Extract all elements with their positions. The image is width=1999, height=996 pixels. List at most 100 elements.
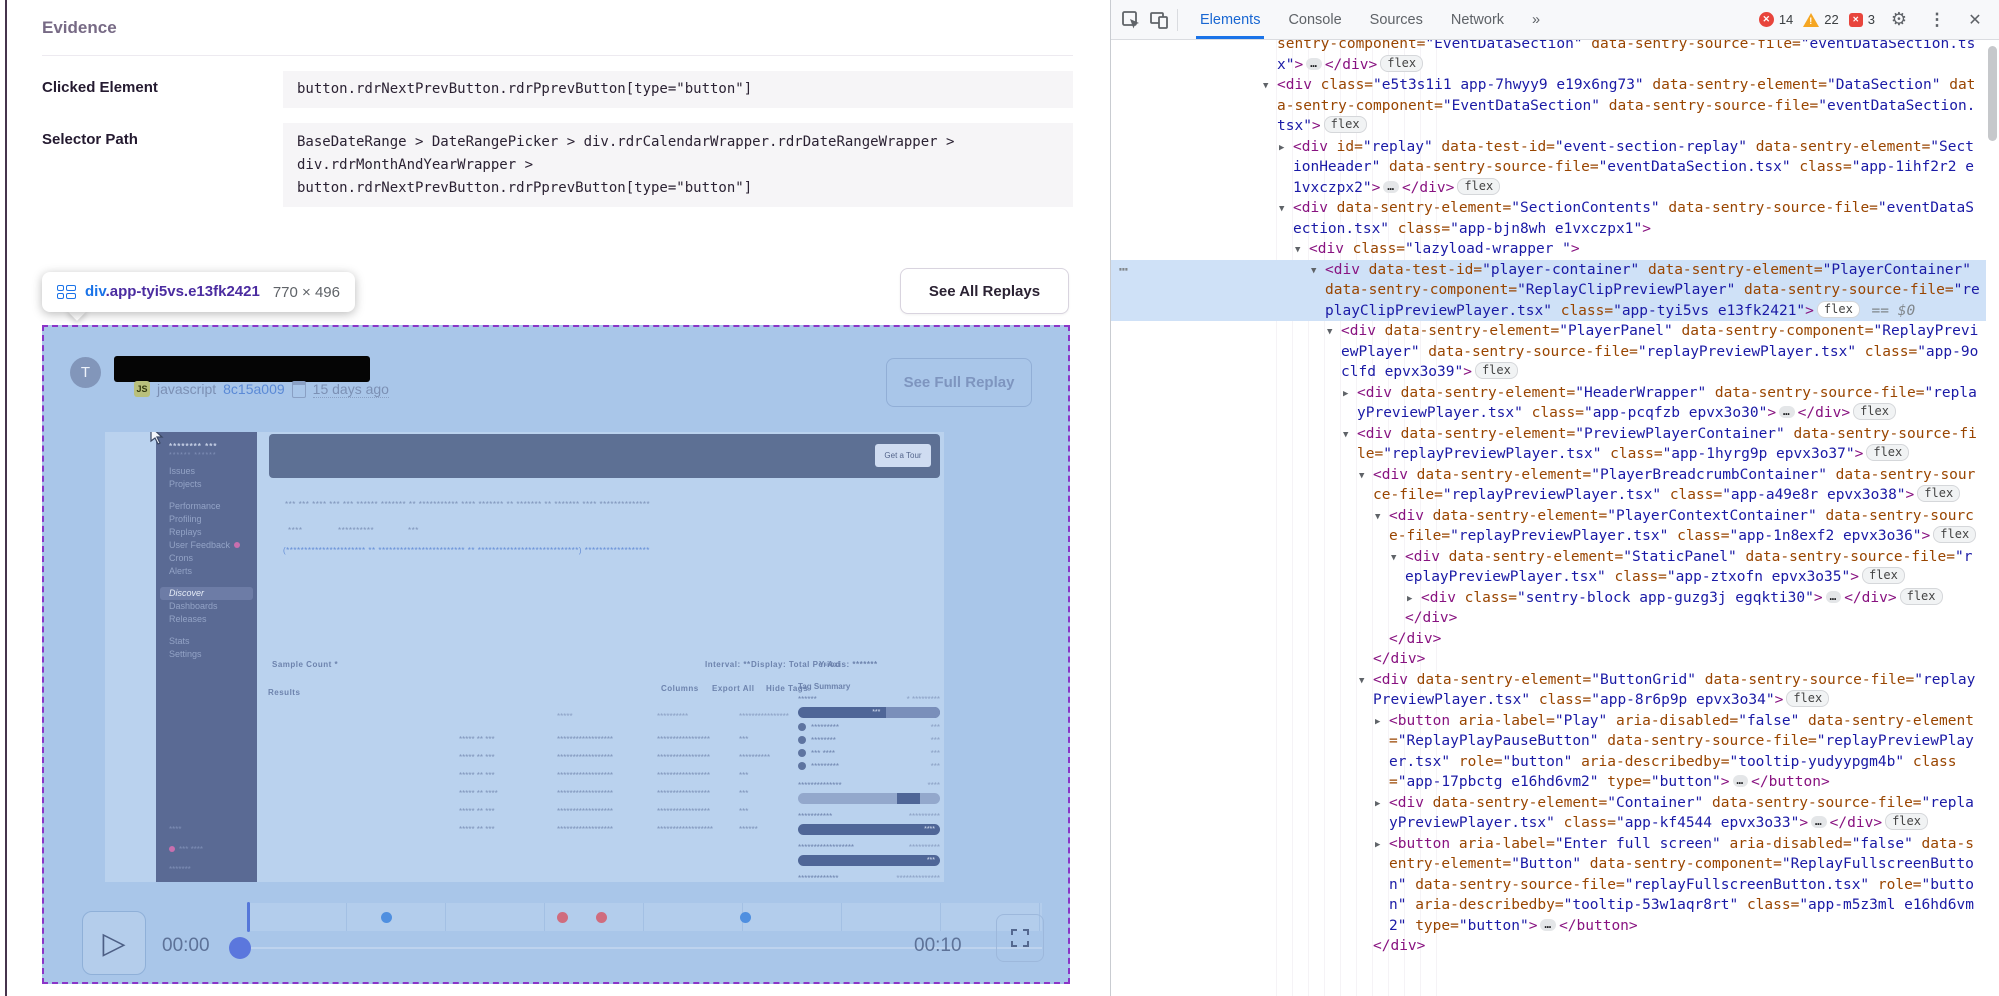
devtools-tree-node[interactable]: ▶<div data-sentry-element="Container" da…: [1111, 793, 1986, 834]
expand-arrow-closed[interactable]: ▶: [1375, 712, 1380, 733]
flex-badge[interactable]: flex: [1817, 301, 1860, 318]
mini-sidebar-item-performance[interactable]: Performance: [156, 500, 257, 513]
expand-arrow-closed[interactable]: ▶: [1343, 384, 1348, 405]
devtools-tree-node[interactable]: ▼<div data-sentry-element="PlayerContext…: [1111, 506, 1986, 547]
devtools-tree-node[interactable]: </div>: [1111, 649, 1986, 670]
device-toolbar-icon[interactable]: [1145, 6, 1173, 34]
expand-arrow-open[interactable]: ▼: [1343, 425, 1348, 446]
play-button[interactable]: ▷: [82, 911, 146, 975]
flex-badge[interactable]: flex: [1917, 485, 1960, 502]
mini-sidebar-item-projects[interactable]: Projects: [156, 478, 257, 491]
collapsed-content-ellipsis[interactable]: …: [1826, 591, 1842, 603]
devtools-tree-node[interactable]: sentry-component="EventDataSection" data…: [1111, 40, 1986, 75]
console-errors-count[interactable]: 14: [1779, 12, 1793, 27]
inspect-element-icon[interactable]: [1117, 6, 1145, 34]
collapsed-content-ellipsis[interactable]: …: [1811, 816, 1827, 828]
devtools-tree-node[interactable]: </div>: [1111, 608, 1986, 629]
devtools-tree-node[interactable]: ▼<div data-sentry-element="PlayerBreadcr…: [1111, 465, 1986, 506]
mini-export-all-button[interactable]: Export All: [712, 684, 754, 693]
devtools-tree-node[interactable]: ▼<div data-sentry-element="PlayerPanel" …: [1111, 321, 1986, 383]
mini-columns-button[interactable]: Columns: [661, 684, 699, 693]
expand-arrow-open[interactable]: ▼: [1311, 261, 1316, 282]
devtools-tree-node[interactable]: ▼<div data-sentry-element="PreviewPlayer…: [1111, 424, 1986, 465]
issues-count[interactable]: 3: [1868, 12, 1875, 27]
mini-sidebar-item-stats[interactable]: Stats: [156, 635, 257, 648]
flex-badge[interactable]: flex: [1933, 526, 1976, 543]
devtools-tree-node[interactable]: ▼<div data-sentry-element="StaticPanel" …: [1111, 547, 1986, 588]
devtools-scrollbar[interactable]: [1987, 42, 1998, 994]
timeline-event-marker[interactable]: [557, 912, 568, 923]
flex-badge[interactable]: flex: [1380, 55, 1423, 72]
collapsed-content-ellipsis[interactable]: …: [1733, 775, 1749, 787]
devtools-tree-node[interactable]: ▶<div id="replay" data-test-id="event-se…: [1111, 137, 1986, 199]
flex-badge[interactable]: flex: [1475, 362, 1518, 379]
flex-badge[interactable]: flex: [1885, 813, 1928, 830]
see-full-replay-button[interactable]: See Full Replay: [886, 358, 1032, 407]
flex-badge[interactable]: flex: [1862, 567, 1905, 584]
expand-arrow-open[interactable]: ▼: [1279, 199, 1284, 220]
flex-badge[interactable]: flex: [1786, 690, 1829, 707]
mini-sidebar-item-alerts[interactable]: Alerts: [156, 565, 257, 578]
collapsed-content-ellipsis[interactable]: …: [1306, 58, 1322, 70]
devtools-dom-tree[interactable]: sentry-component="EventDataSection" data…: [1111, 40, 1986, 996]
expand-arrow-open[interactable]: ▼: [1295, 240, 1300, 261]
devtools-tree-node[interactable]: ▼<div class="lazyload-wrapper ">: [1111, 239, 1986, 260]
expand-arrow-open[interactable]: ▼: [1375, 507, 1380, 528]
devtools-tree-node[interactable]: </div>: [1111, 629, 1986, 650]
timeline-event-marker[interactable]: [381, 912, 392, 923]
tab-elements[interactable]: Elements: [1186, 0, 1274, 39]
devtools-tree-node[interactable]: ▶<div class="sentry-block app-guzg3j egq…: [1111, 588, 1986, 609]
timeline-event-marker[interactable]: [596, 912, 607, 923]
node-options-icon[interactable]: ⋯: [1119, 260, 1129, 281]
scrubber-handle[interactable]: [229, 937, 251, 959]
console-warnings-icon[interactable]: !: [1803, 13, 1819, 27]
mini-sidebar-item-crons[interactable]: Crons: [156, 552, 257, 565]
devtools-tree-node[interactable]: </div>: [1111, 936, 1986, 957]
expand-arrow-closed[interactable]: ▶: [1375, 794, 1380, 815]
flex-badge[interactable]: flex: [1457, 178, 1500, 195]
devtools-tree-node[interactable]: ▼<div data-sentry-element="ButtonGrid" d…: [1111, 670, 1986, 711]
collapsed-content-ellipsis[interactable]: …: [1540, 919, 1556, 931]
replay-player-container[interactable]: T JS javascript 8c15a009 15 days ago See…: [42, 325, 1070, 984]
mini-sidebar-item-user-feedback[interactable]: User Feedback: [156, 539, 257, 552]
mini-tour-button[interactable]: Get a Tour: [875, 444, 931, 467]
flex-badge[interactable]: flex: [1853, 403, 1896, 420]
console-errors-icon[interactable]: ✕: [1759, 12, 1774, 27]
expand-arrow-open[interactable]: ▼: [1359, 466, 1364, 487]
issues-icon[interactable]: ✕: [1849, 13, 1863, 27]
scrollbar-thumb[interactable]: [1988, 46, 1997, 141]
tab-sources[interactable]: Sources: [1356, 0, 1437, 39]
mini-sidebar-item-releases[interactable]: Releases: [156, 613, 257, 626]
expand-arrow-closed[interactable]: ▶: [1407, 589, 1412, 610]
devtools-tree-node[interactable]: ▼⋯<div data-test-id="player-container" d…: [1111, 260, 1986, 322]
mini-sidebar-item-settings[interactable]: Settings: [156, 648, 257, 661]
flex-badge[interactable]: flex: [1866, 444, 1909, 461]
kebab-menu-icon[interactable]: ⋮: [1923, 6, 1951, 34]
expand-arrow-open[interactable]: ▼: [1359, 671, 1364, 692]
close-devtools-icon[interactable]: ✕: [1961, 6, 1989, 34]
expand-arrow-open[interactable]: ▼: [1263, 76, 1268, 97]
mini-sidebar-item-profiling[interactable]: Profiling: [156, 513, 257, 526]
console-warnings-count[interactable]: 22: [1824, 12, 1838, 27]
flex-badge[interactable]: flex: [1324, 116, 1367, 133]
expand-arrow-open[interactable]: ▼: [1327, 322, 1332, 343]
flex-badge[interactable]: flex: [1900, 588, 1943, 605]
event-timeline[interactable]: [248, 903, 1042, 931]
devtools-tree-node[interactable]: ▶<div data-sentry-element="HeaderWrapper…: [1111, 383, 1986, 424]
timeline-event-marker[interactable]: [740, 912, 751, 923]
see-all-replays-button[interactable]: See All Replays: [900, 268, 1069, 314]
devtools-tree-node[interactable]: ▶<button aria-label="Enter full screen" …: [1111, 834, 1986, 937]
settings-gear-icon[interactable]: ⚙: [1885, 6, 1913, 34]
mini-sidebar-item-discover[interactable]: Discover: [160, 587, 253, 600]
devtools-tree-node[interactable]: ▶<button aria-label="Play" aria-disabled…: [1111, 711, 1986, 793]
tab-network[interactable]: Network: [1437, 0, 1518, 39]
collapsed-content-ellipsis[interactable]: …: [1779, 406, 1795, 418]
devtools-tree-node[interactable]: ▼<div data-sentry-element="SectionConten…: [1111, 198, 1986, 239]
tab-console[interactable]: Console: [1274, 0, 1355, 39]
mini-sidebar-item-replays[interactable]: Replays: [156, 526, 257, 539]
collapsed-content-ellipsis[interactable]: …: [1383, 181, 1399, 193]
expand-arrow-closed[interactable]: ▶: [1375, 835, 1380, 856]
mini-sidebar-item-issues[interactable]: Issues: [156, 465, 257, 478]
mini-sidebar-item-dashboards[interactable]: Dashboards: [156, 600, 257, 613]
expand-arrow-open[interactable]: ▼: [1391, 548, 1396, 569]
